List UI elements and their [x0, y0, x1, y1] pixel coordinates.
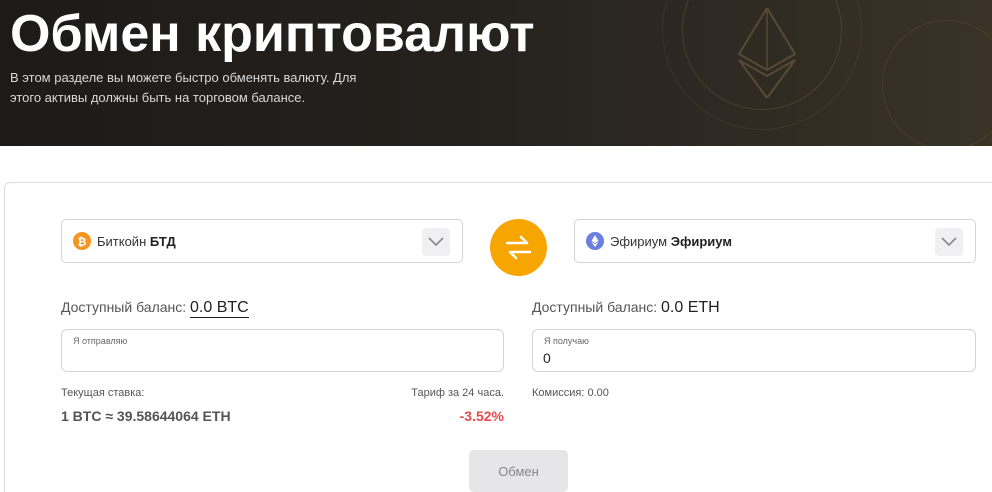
balance-label: Доступный баланс: [532, 299, 658, 315]
swap-arrows-icon [505, 235, 532, 260]
to-balance: Доступный баланс: 0.0 ETH [532, 299, 720, 317]
chevron-down-icon[interactable] [935, 228, 963, 256]
tariff-change-value: -3.52% [459, 408, 504, 424]
from-currency-select[interactable]: ₿ Биткойн БТД [61, 219, 463, 263]
to-currency-select[interactable]: Эфириум Эфириум [574, 219, 976, 263]
commission-text: Комиссия: 0.00 [532, 387, 609, 399]
svg-text:₿: ₿ [78, 236, 87, 249]
swap-currencies-button[interactable] [490, 219, 547, 276]
chevron-down-icon[interactable] [422, 228, 450, 256]
to-balance-value: 0.0 ETH [661, 299, 720, 316]
rate-value: 1 BTC ≈ 39.58644064 ETH [61, 408, 231, 424]
from-balance: Доступный баланс: 0.0 BTC [61, 299, 249, 318]
from-balance-value[interactable]: 0.0 BTC [190, 299, 249, 318]
send-amount-label: Я отправляю [73, 336, 128, 346]
bitcoin-icon: ₿ [73, 232, 91, 250]
tariff-label: Тариф за 24 часа. [411, 387, 504, 399]
rate-label: Текущая ставка: [61, 387, 145, 399]
balance-label: Доступный баланс: [61, 299, 187, 315]
send-amount-field[interactable]: Я отправляю [61, 329, 504, 372]
from-currency-name: Биткойн БТД [97, 234, 176, 249]
to-currency-name: Эфириум Эфириум [610, 234, 732, 249]
hero-banner: Обмен криптовалют В этом разделе вы може… [0, 0, 992, 146]
ethereum-watermark-icon [737, 8, 797, 98]
send-amount-input[interactable] [72, 349, 493, 367]
page-description: В этом разделе вы можете быстро обменять… [10, 70, 357, 105]
exchange-submit-button[interactable]: Обмен [469, 450, 568, 492]
ethereum-icon [586, 232, 604, 250]
decorative-circle [882, 20, 992, 146]
receive-amount-field[interactable]: Я получаю [532, 329, 976, 372]
receive-amount-input[interactable] [543, 349, 965, 367]
page-title: Обмен криптовалют [10, 5, 535, 63]
receive-amount-label: Я получаю [544, 336, 589, 346]
